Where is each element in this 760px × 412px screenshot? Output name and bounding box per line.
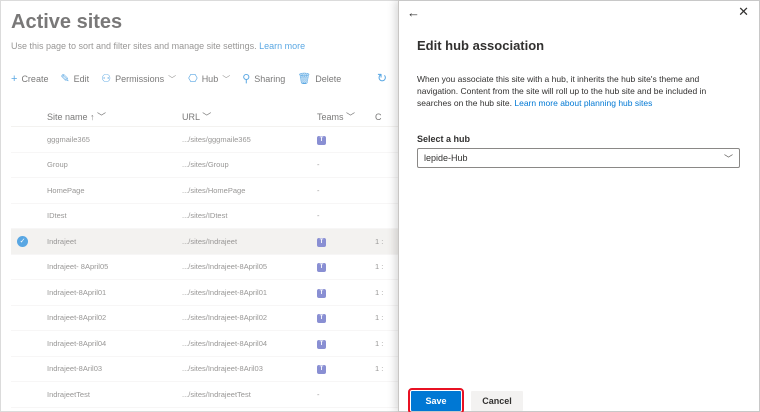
save-button[interactable]: Save [408, 388, 464, 412]
hub-select-dropdown[interactable]: lepide-Hub ﹀ [417, 148, 740, 168]
panel-footer: Save Cancel [408, 388, 523, 412]
planning-hub-sites-link[interactable]: Learn more about planning hub sites [514, 98, 652, 108]
dim-overlay[interactable] [0, 0, 398, 412]
select-hub-label: Select a hub [417, 134, 471, 144]
cancel-button[interactable]: Cancel [471, 391, 523, 411]
close-icon[interactable]: ✕ [738, 4, 749, 20]
back-arrow-icon[interactable]: ← [407, 5, 420, 20]
selected-hub-value: lepide-Hub [424, 153, 468, 163]
chevron-down-icon: ﹀ [723, 153, 733, 164]
panel-description: When you associate this site with a hub,… [417, 73, 737, 109]
edit-hub-association-panel: ← ✕ Edit hub association When you associ… [398, 0, 760, 412]
panel-title: Edit hub association [417, 38, 545, 53]
